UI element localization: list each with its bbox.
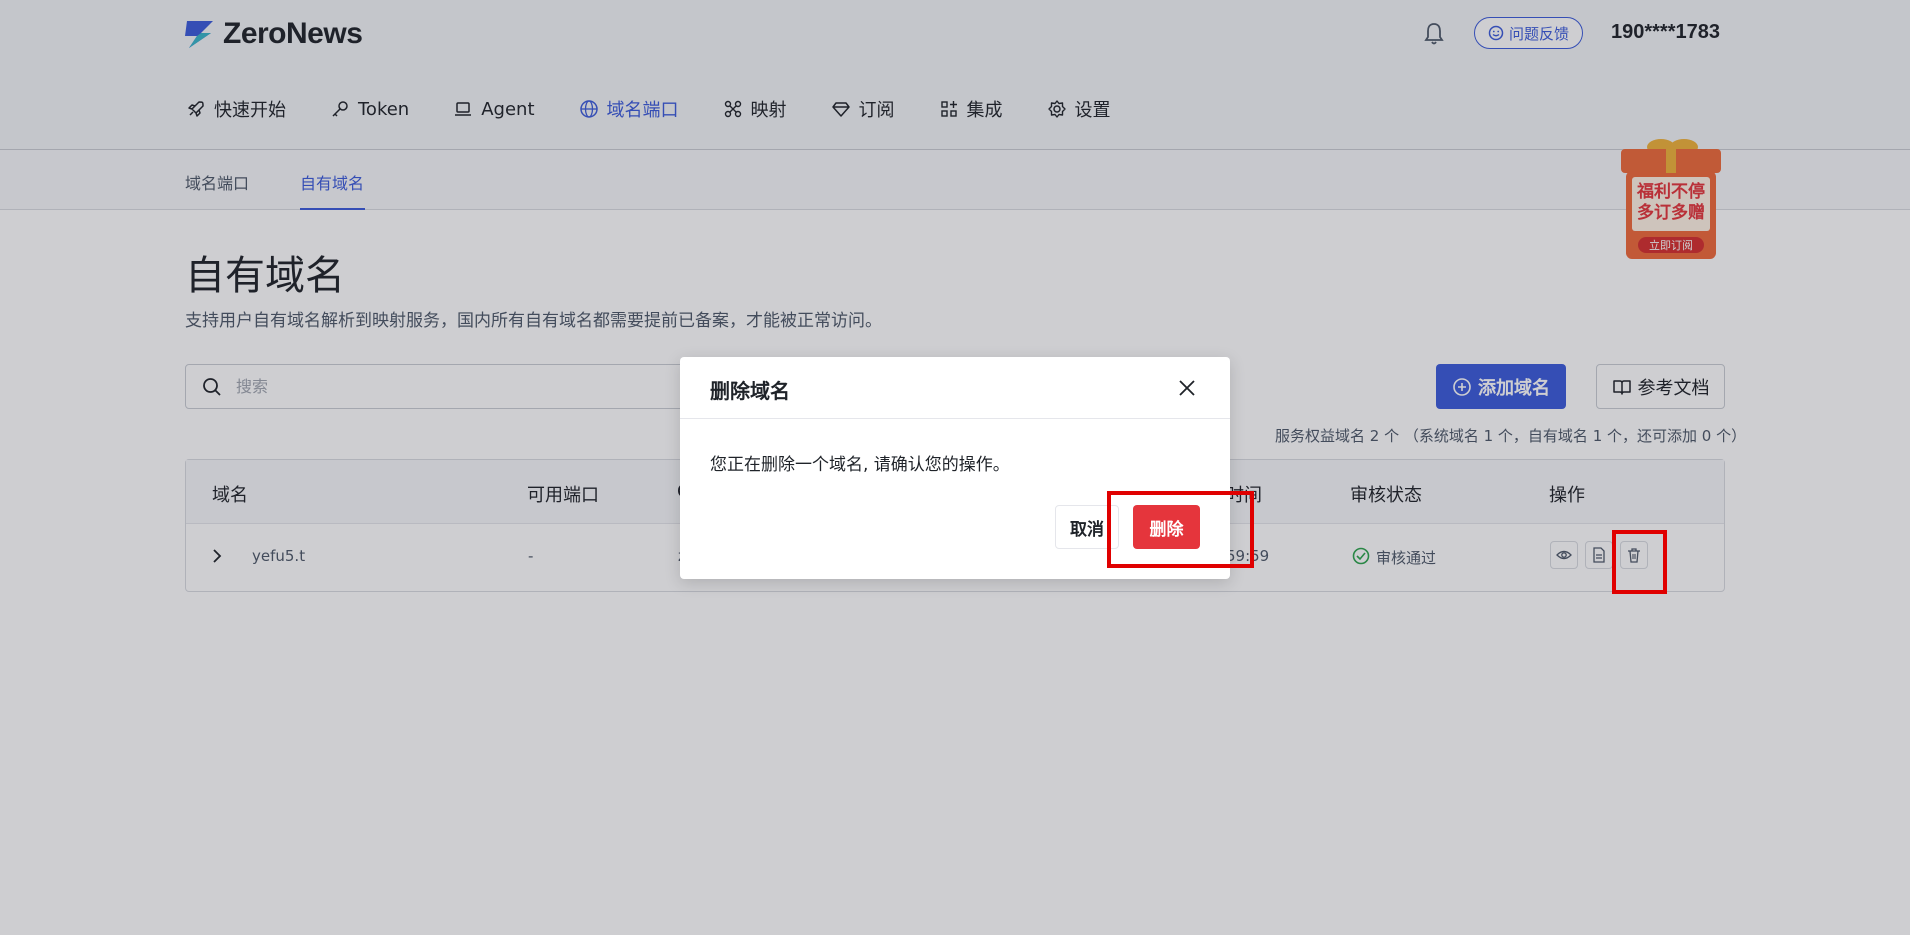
dialog-message: 您正在删除一个域名, 请确认您的操作。 bbox=[710, 455, 1010, 475]
dialog-header: 删除域名 bbox=[680, 357, 1230, 419]
highlight-box-trash bbox=[1612, 530, 1667, 594]
close-icon[interactable] bbox=[1176, 377, 1198, 399]
highlight-box-confirm bbox=[1107, 491, 1254, 568]
dialog-title: 删除域名 bbox=[710, 379, 790, 403]
